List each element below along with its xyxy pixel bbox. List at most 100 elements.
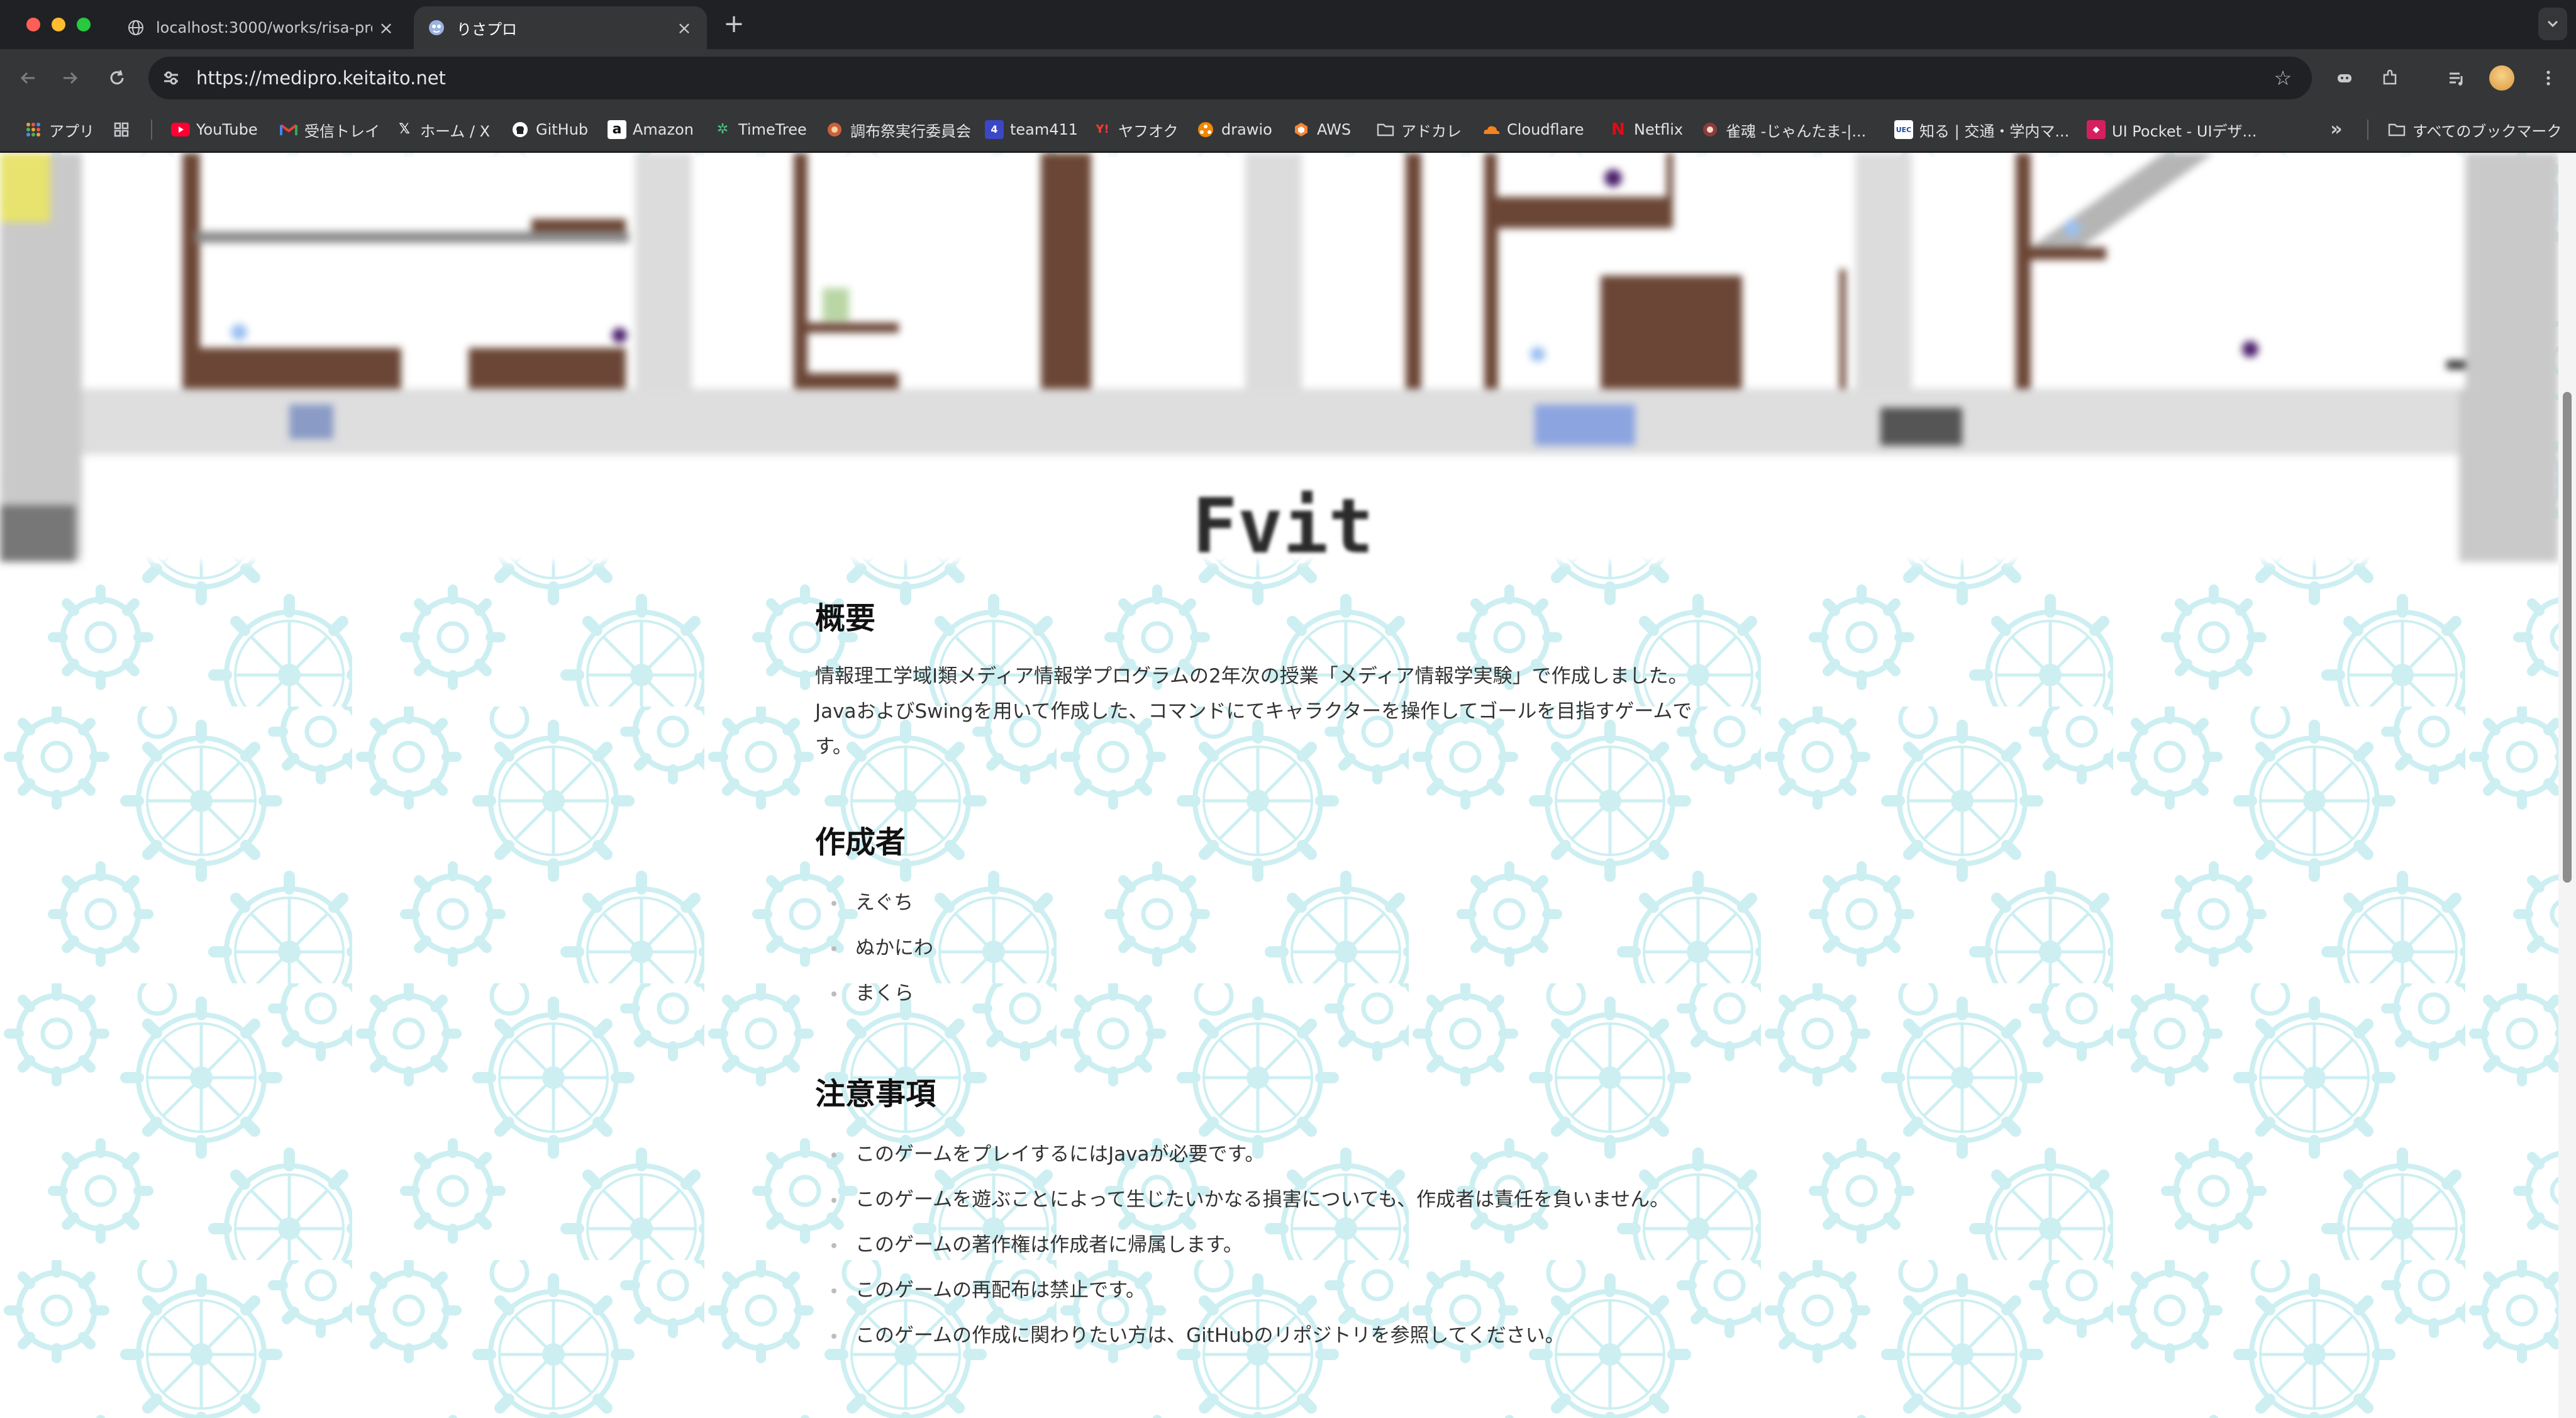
bookmark-x[interactable]: 𝕏 ホーム / X [395, 117, 490, 142]
overview-paragraph: 情報理工学域I類メディア情報学プログラムの2年次の授業「メディア情報学実験」で作… [815, 659, 1721, 764]
profile-avatar[interactable] [2489, 65, 2514, 91]
bookmark-label: AWS [1317, 121, 1352, 138]
bookmarks-separator [151, 120, 152, 140]
tab-localhost[interactable]: localhost:3000/works/risa-pro × [113, 6, 409, 49]
reload-button[interactable] [102, 63, 132, 93]
close-tab-icon[interactable]: × [675, 18, 693, 38]
bookmarks-overflow-button[interactable]: » [2327, 117, 2346, 142]
bookmark-label: アドカレ [1401, 122, 1462, 140]
bookmark-github[interactable]: GitHub [511, 117, 588, 142]
bookmark-label: 受信トレイ [304, 122, 380, 140]
bookmark-uipocket[interactable]: ◆ UI Pocket - UIデザ... [2087, 117, 2257, 142]
amazon-icon: a [608, 120, 626, 139]
bookmark-youtube[interactable]: YouTube [171, 117, 258, 142]
list-item: このゲームの再配布は禁止です。 [815, 1268, 1721, 1313]
address-bar[interactable]: https://medipro.keitaito.net ☆ [148, 57, 2312, 99]
all-bookmarks-button[interactable]: すべてのブックマーク [2387, 117, 2562, 142]
bookmark-label: GitHub [536, 121, 589, 138]
tab-groups-icon [112, 120, 131, 139]
yahoo-auction-icon: Y! [1096, 123, 1109, 136]
x-icon: 𝕏 [399, 121, 410, 137]
bookmark-drawio[interactable]: drawio [1196, 117, 1272, 142]
kebab-menu-icon [2546, 70, 2550, 86]
back-button[interactable] [13, 63, 43, 93]
list-item: このゲームの著作権は作成者に帰属します。 [815, 1222, 1721, 1268]
new-tab-button[interactable]: + [721, 11, 747, 36]
close-window-button[interactable] [26, 18, 40, 31]
browser-toolbar: https://medipro.keitaito.net ☆ [0, 49, 2576, 107]
bookmark-label: YouTube [196, 121, 258, 138]
page-content: Fvit 概要 情報理工学域I類メディア情報学プログラムの2年次の授業「メディア… [0, 153, 2558, 1418]
puzzle-icon [2383, 69, 2397, 85]
chevron-down-icon [2547, 20, 2558, 28]
drawio-icon [1196, 120, 1215, 139]
bookmark-uec[interactable]: UEC 知る | 交通・学内マ... [1894, 117, 2069, 142]
bookmarks-separator [2367, 120, 2368, 140]
tab-title: りさプロ [457, 20, 517, 38]
timetree-icon: ✲ [716, 121, 729, 137]
arrow-left-icon [20, 72, 35, 84]
minimize-window-button[interactable] [52, 18, 65, 31]
bookmark-label: 雀魂 -じゃんたま-|... [1726, 122, 1867, 140]
tab-search-button[interactable] [2538, 8, 2567, 40]
close-tab-icon[interactable]: × [377, 18, 395, 38]
bookmark-star-icon[interactable]: ☆ [2267, 62, 2299, 94]
article: 概要 情報理工学域I類メディア情報学プログラムの2年次の授業「メディア情報学実験… [815, 593, 1721, 1358]
game-controller-icon [2338, 74, 2351, 82]
overview-line: す。 [815, 735, 852, 758]
bookmark-amazon[interactable]: a Amazon [608, 117, 694, 142]
bookmark-folder-adcal[interactable]: アドカレ [1376, 117, 1462, 142]
url-text[interactable]: https://medipro.keitaito.net [196, 67, 2267, 89]
list-item: このゲームの作成に関わりたい方は、GitHubのリポジトリを参照してください。 [815, 1313, 1721, 1358]
game-screenshot [692, 153, 1245, 389]
bookmark-label: UI Pocket - UIデザ... [2112, 122, 2257, 140]
list-item: ぬかにわ [815, 925, 1721, 971]
bookmark-aws[interactable]: AWS [1292, 117, 1351, 142]
folder-icon [1376, 120, 1395, 139]
bookmark-timetree[interactable]: ✲ TimeTree [713, 117, 807, 142]
maximize-window-button[interactable] [77, 18, 91, 31]
list-item: えぐち [815, 880, 1721, 925]
bookmark-label: すべてのブックマーク [2412, 122, 2562, 140]
scrollbar-thumb[interactable] [2563, 392, 2572, 883]
tab-risapro[interactable]: りさプロ × [414, 6, 707, 49]
tab-groups-button[interactable] [112, 117, 131, 142]
globe-icon [127, 19, 145, 36]
bookmark-mahjongsoul[interactable]: 雀魂 -じゃんたま-|... [1701, 117, 1866, 142]
media-controls-button[interactable] [2441, 63, 2472, 93]
bookmark-label: Cloudflare [1507, 121, 1584, 138]
site-settings-icon[interactable] [155, 62, 187, 94]
page-scrollbar[interactable] [2558, 153, 2576, 1418]
list-item: このゲームをプレイするにはJavaが必要です。 [815, 1132, 1721, 1177]
bookmark-label: 調布祭実行委員会 [850, 122, 971, 140]
list-item: まくら [815, 971, 1721, 1016]
section-heading-authors: 作成者 [815, 825, 906, 860]
extension-icon-button[interactable] [2329, 63, 2360, 93]
tab-title: localhost:3000/works/risa-pro [156, 19, 372, 36]
apps-grid-icon [24, 120, 43, 139]
bookmark-cloudflare[interactable]: Cloudflare [1482, 117, 1584, 142]
list-item: このゲームを遊ぶことによって生じたいかなる損害についても、作成者は責任を負いませ… [815, 1177, 1721, 1222]
overview-line: JavaおよびSwingを用いて作成した、コマンドにてキャラクターを操作してゴー… [815, 700, 1692, 723]
bookmark-apps[interactable]: アプリ [24, 117, 94, 142]
bookmark-yahoo-auction[interactable]: Y! ヤフオク [1093, 117, 1179, 142]
bookmark-team411[interactable]: 4 team411 [985, 117, 1078, 142]
extensions-button[interactable] [2375, 63, 2405, 93]
bookmark-gmail[interactable]: 受信トレイ [279, 117, 380, 142]
bookmark-label: ヤフオク [1118, 122, 1179, 140]
uipocket-icon: ◆ [2087, 120, 2106, 139]
bookmark-netflix[interactable]: N Netflix [1609, 117, 1683, 142]
bookmark-label: TimeTree [738, 121, 807, 138]
authors-list: えぐち ぬかにわ まくら [815, 880, 1721, 1016]
game-screenshot [1912, 153, 2465, 389]
arrow-right-icon [64, 72, 78, 84]
forward-button[interactable] [55, 63, 86, 93]
team411-icon: 4 [985, 120, 1004, 139]
bookmark-label: ホーム / X [420, 122, 491, 140]
bookmark-chofusai[interactable]: 調布祭実行委員会 [825, 117, 971, 142]
browser-menu-button[interactable] [2533, 63, 2563, 93]
bookmark-label: drawio [1221, 121, 1272, 138]
double-chevron-right-icon: » [2330, 118, 2343, 140]
bookmark-label: team411 [1010, 121, 1079, 138]
folder-icon [2387, 120, 2406, 139]
